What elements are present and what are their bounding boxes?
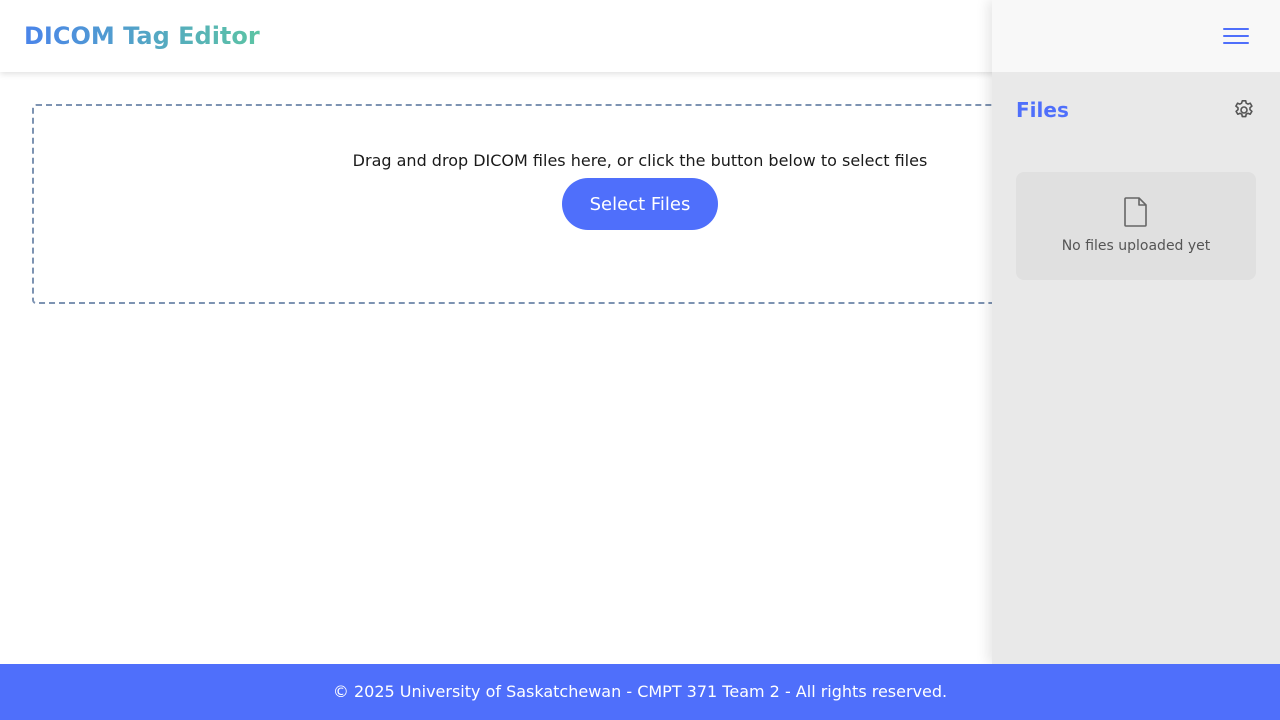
empty-files-card: No files uploaded yet bbox=[1016, 172, 1256, 280]
gear-icon[interactable] bbox=[1232, 98, 1256, 122]
empty-files-message: No files uploaded yet bbox=[1061, 238, 1211, 254]
select-files-button[interactable]: Select Files bbox=[562, 178, 718, 230]
sidebar-header bbox=[992, 0, 1280, 72]
footer-copyright: © 2025 University of Saskatchewan - CMPT… bbox=[332, 682, 948, 701]
app-title: DICOM Tag Editor bbox=[24, 22, 260, 50]
file-icon bbox=[1122, 196, 1150, 228]
page-footer: © 2025 University of Saskatchewan - CMPT… bbox=[0, 664, 1280, 720]
files-sidebar: Files No files uploaded yet bbox=[992, 0, 1280, 664]
files-title: Files bbox=[1016, 98, 1069, 122]
hamburger-menu-icon[interactable] bbox=[1222, 26, 1250, 46]
